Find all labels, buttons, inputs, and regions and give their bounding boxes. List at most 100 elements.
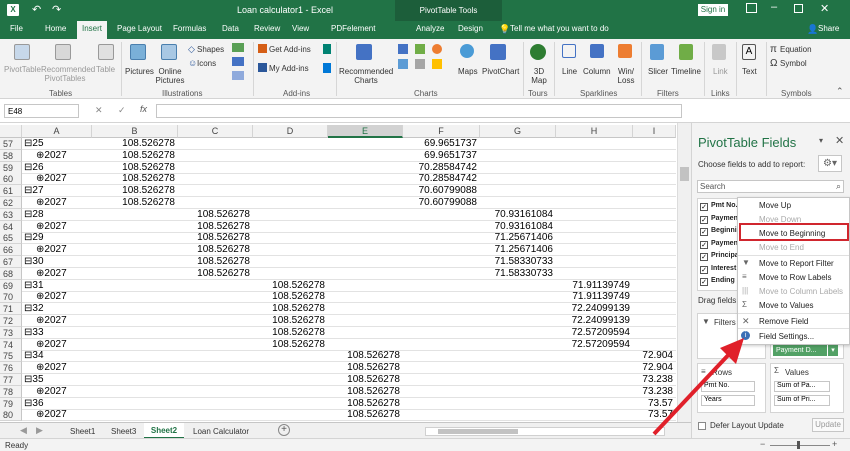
table-cell[interactable] [253,197,328,209]
table-cell[interactable] [92,232,178,244]
field-list-item[interactable]: ✓ Interest [700,265,740,276]
row-header[interactable]: 66 [0,244,22,257]
table-cell[interactable] [328,173,403,185]
table-cell[interactable] [253,209,328,221]
table-cell[interactable] [178,138,253,150]
table-cell[interactable] [328,291,403,303]
field-checkbox[interactable]: ✓ [700,278,708,286]
table-cell[interactable] [92,339,178,351]
winloss-sparkline-button[interactable]: Win/ Loss [615,67,637,85]
table-cell[interactable]: ⊕2027 [22,150,92,162]
values-item-sum-payment[interactable]: Sum of Pa... [774,381,830,392]
column-header-a[interactable]: A [22,125,92,138]
table-cell[interactable] [403,386,480,398]
table-cell[interactable] [92,268,178,280]
tab-design[interactable]: Design [458,24,483,33]
row-header[interactable]: 61 [0,185,22,198]
table-cell[interactable] [556,374,633,386]
equation-button[interactable]: Equation [780,45,812,54]
table-cell[interactable] [633,173,676,185]
table-button[interactable]: Table [96,65,115,74]
table-cell[interactable] [328,256,403,268]
redo-icon[interactable]: ↷ [52,3,61,16]
field-checkbox[interactable]: ✓ [700,265,708,274]
table-cell[interactable] [403,327,480,339]
collapse-ribbon-icon[interactable]: ⌃ [836,86,844,97]
table-cell[interactable] [92,350,178,362]
field-search-input[interactable]: Search ⌕ [697,180,844,193]
table-cell[interactable] [633,185,676,197]
pie-chart-icon[interactable] [432,44,442,54]
table-cell[interactable]: ⊟25 [22,138,92,150]
table-cell[interactable]: ⊕2027 [22,362,92,374]
table-cell[interactable] [403,280,480,292]
enter-icon[interactable]: ✓ [118,105,126,116]
row-header[interactable]: 73 [0,326,22,339]
table-cell[interactable] [633,232,676,244]
worksheet-grid[interactable]: A B C D E F G H I 57 ⊟25 108.526278 69.9651… [0,123,676,422]
stat-chart-icon[interactable] [415,59,425,69]
table-cell[interactable] [178,339,253,351]
tab-review[interactable]: Review [254,24,280,33]
row-header[interactable]: 67 [0,256,22,268]
table-cell[interactable]: 108.526278 [328,362,403,374]
tab-page-layout[interactable]: Page Layout [117,24,162,33]
payment-date-chip[interactable]: Payment D... [773,345,827,356]
table-cell[interactable] [480,197,556,209]
tab-insert[interactable]: Insert [77,21,108,39]
table-cell[interactable]: ⊕2027 [22,173,92,185]
table-cell[interactable] [178,150,253,162]
table-cell[interactable]: 108.526278 [92,150,178,162]
table-cell[interactable] [633,138,676,150]
table-cell[interactable] [480,398,556,410]
table-cell[interactable] [328,221,403,233]
tab-formulas[interactable]: Formulas [173,24,206,33]
screenshot-icon[interactable] [232,71,244,80]
table-cell[interactable] [178,362,253,374]
table-cell[interactable] [480,303,556,315]
line-chart-icon[interactable] [415,44,425,54]
tab-file[interactable]: File [10,24,23,33]
maps-button[interactable]: Maps [458,67,478,76]
row-header[interactable]: 63 [0,208,22,221]
row-header[interactable]: 60 [0,173,22,186]
prev-sheet-icon[interactable]: ◀ [20,425,27,436]
add-sheet-icon[interactable]: + [278,424,290,436]
field-list-item[interactable]: ✓ Pmt No. [700,202,740,213]
row-header[interactable]: 69 [0,279,22,292]
table-cell[interactable] [556,150,633,162]
table-cell[interactable]: 108.526278 [328,374,403,386]
table-cell[interactable]: 108.526278 [253,327,328,339]
table-cell[interactable]: 70.93161084 [480,221,556,233]
table-cell[interactable] [556,209,633,221]
table-cell[interactable] [480,185,556,197]
column-chart-icon[interactable] [398,44,408,54]
row-header[interactable]: 57 [0,138,22,150]
pane-close-icon[interactable]: ✕ [835,134,844,147]
table-cell[interactable]: 108.526278 [178,256,253,268]
horizontal-scrollbar[interactable] [425,427,665,436]
zoom-slider-thumb[interactable] [797,441,800,449]
table-cell[interactable] [328,268,403,280]
table-cell[interactable] [178,398,253,410]
table-cell[interactable] [403,398,480,410]
table-cell[interactable] [178,303,253,315]
field-checkbox[interactable]: ✓ [700,215,708,224]
menu-item-move-to-report-filter[interactable]: Move to Report Filter [759,259,834,268]
table-cell[interactable]: 70.28584742 [403,162,480,174]
row-header[interactable]: 74 [0,338,22,351]
table-cell[interactable]: 108.526278 [92,185,178,197]
table-cell[interactable] [328,185,403,197]
field-list-item[interactable]: ✓ Paymen [700,240,740,251]
table-cell[interactable] [178,197,253,209]
table-cell[interactable]: 71.58330733 [480,256,556,268]
table-cell[interactable] [178,162,253,174]
table-cell[interactable] [92,280,178,292]
signin-button[interactable]: Sign in [698,4,728,16]
table-cell[interactable] [178,386,253,398]
sheet-tab-sheet2[interactable]: Sheet2 [144,423,184,439]
values-item-sum-principal[interactable]: Sum of Pri... [774,395,830,406]
table-cell[interactable] [556,173,633,185]
table-cell[interactable] [633,162,676,174]
online-pictures-button[interactable]: Online Pictures [155,67,185,85]
